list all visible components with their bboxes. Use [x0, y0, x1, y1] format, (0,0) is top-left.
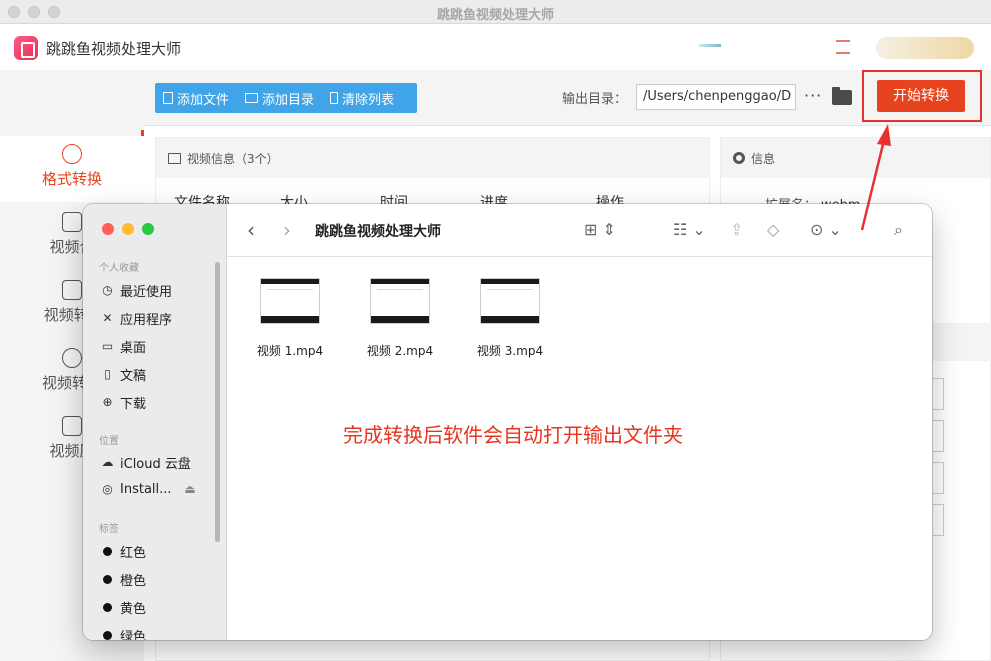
- app-logo-icon: [14, 36, 38, 60]
- tag-dot-icon: [103, 631, 112, 640]
- file-button-group: 添加文件 添加目录 清除列表: [155, 83, 417, 113]
- finder-window-controls: [102, 223, 154, 235]
- cloud-icon: ☁: [101, 455, 114, 469]
- window-title: 跳跳鱼视频处理大师: [436, 8, 554, 23]
- download-icon: ⊕: [102, 395, 113, 409]
- clock-icon: ◷: [102, 283, 113, 297]
- header-blurred-element: [836, 52, 850, 54]
- back-chevron-icon[interactable]: ‹: [247, 218, 255, 242]
- finder-toolbar: ‹ › 跳跳鱼视频处理大师 ⊞ ⇕ ☷ ⌄ ⇪ ◇ ⊙ ⌄ ⌕: [227, 204, 932, 257]
- search-icon[interactable]: ⌕: [894, 220, 903, 240]
- convert-icon: [62, 144, 82, 164]
- annotation-text: 完成转换后软件会自动打开输出文件夹: [343, 423, 683, 447]
- info-field[interactable]: [933, 420, 944, 452]
- trash-icon: [330, 92, 339, 104]
- applications-icon: ✕: [102, 311, 113, 325]
- sidebar-item-label: 格式转换: [41, 170, 102, 188]
- share-icon[interactable]: ⇪: [730, 220, 743, 239]
- tag-dot-icon: [103, 603, 112, 612]
- info-field[interactable]: [933, 378, 944, 410]
- output-directory-input[interactable]: /Users/chenpenggao/D: [636, 84, 796, 110]
- file-item[interactable]: 视频 3.mp4: [465, 278, 555, 359]
- image-icon: [168, 152, 181, 164]
- eject-icon[interactable]: ⏏: [184, 483, 197, 496]
- clear-list-button[interactable]: 清除列表: [322, 83, 402, 113]
- sidebar-item-documents[interactable]: ▯ 文稿: [101, 365, 146, 385]
- add-file-button[interactable]: 添加文件: [155, 83, 237, 113]
- file-name: 视频 2.mp4: [366, 344, 434, 358]
- group-icon[interactable]: ☷ ⌄: [673, 220, 706, 239]
- compress-icon: [62, 416, 82, 436]
- video-info-title: 视频信息（3个）: [187, 151, 279, 166]
- favorites-section-label: 个人收藏: [99, 263, 139, 274]
- sidebar-item-install-disk[interactable]: ◎ Install... ⏏: [101, 482, 197, 497]
- finder-folder-title: 跳跳鱼视频处理大师: [315, 224, 441, 240]
- tags-section-label: 标签: [99, 524, 119, 535]
- gear-icon: [733, 152, 745, 164]
- sidebar-item-recents[interactable]: ◷ 最近使用: [101, 281, 172, 301]
- sidebar-item-tag-yellow[interactable]: 黄色: [101, 598, 146, 617]
- file-item[interactable]: 视频 1.mp4: [245, 278, 335, 359]
- add-directory-button[interactable]: 添加目录: [237, 83, 322, 113]
- sidebar-item-applications[interactable]: ✕ 应用程序: [101, 309, 172, 329]
- info-section-divider: [931, 323, 991, 361]
- finder-close-button[interactable]: [102, 223, 114, 235]
- forward-chevron-icon[interactable]: ›: [283, 218, 291, 242]
- sidebar-item-downloads[interactable]: ⊕ 下载: [101, 393, 146, 413]
- sidebar-scrollbar[interactable]: [215, 262, 220, 542]
- sidebar-item-tag-red[interactable]: 红色: [101, 542, 146, 561]
- annotation-highlight-box: [862, 70, 982, 122]
- info-field[interactable]: [933, 504, 944, 536]
- video-thumbnail: [260, 278, 320, 324]
- sidebar-item-desktop[interactable]: ▭ 桌面: [101, 337, 146, 357]
- output-directory-label: 输出目录：: [562, 92, 628, 107]
- folder-icon: [245, 93, 259, 103]
- browse-more-button[interactable]: ···: [804, 86, 822, 105]
- video-info-header: 视频信息（3个）: [156, 138, 709, 178]
- desktop-icon: ▭: [101, 339, 114, 353]
- disk-icon: ◎: [102, 482, 113, 496]
- file-item[interactable]: 视频 2.mp4: [355, 278, 445, 359]
- video-thumbnail: [480, 278, 540, 324]
- tag-icon[interactable]: ◇: [767, 220, 779, 239]
- finder-window: 个人收藏 ◷ 最近使用 ✕ 应用程序 ▭ 桌面 ▯ 文稿 ⊕ 下载 位置 ☁ i…: [83, 204, 932, 640]
- more-actions-icon[interactable]: ⊙ ⌄: [810, 220, 842, 239]
- sidebar-item-tag-green[interactable]: 绿色: [101, 626, 146, 640]
- file-name: 视频 1.mp4: [256, 344, 324, 358]
- locations-section-label: 位置: [99, 436, 119, 447]
- file-icon: [163, 92, 173, 104]
- header-blurred-element: [876, 37, 974, 59]
- open-folder-icon[interactable]: [832, 87, 852, 105]
- gif-icon: [62, 280, 82, 300]
- title-bar: 跳跳鱼视频处理大师: [0, 0, 991, 24]
- info-field[interactable]: [933, 462, 944, 494]
- sidebar-item-format-convert[interactable]: 格式转换: [0, 136, 144, 202]
- finder-minimize-button[interactable]: [122, 223, 134, 235]
- audio-icon: [62, 348, 82, 368]
- document-icon: ▯: [104, 367, 111, 381]
- finder-zoom-button[interactable]: [142, 223, 154, 235]
- app-header: 跳跳鱼视频处理大师: [0, 24, 991, 70]
- tag-dot-icon: [103, 575, 112, 584]
- video-thumbnail: [370, 278, 430, 324]
- header-blurred-element: [699, 44, 721, 47]
- finder-sidebar: 个人收藏 ◷ 最近使用 ✕ 应用程序 ▭ 桌面 ▯ 文稿 ⊕ 下载 位置 ☁ i…: [83, 204, 227, 640]
- sidebar-item-tag-orange[interactable]: 橙色: [101, 570, 146, 589]
- tag-dot-icon: [103, 547, 112, 556]
- sidebar-item-icloud[interactable]: ☁ iCloud 云盘: [101, 453, 191, 473]
- info-panel-header: 信息: [721, 138, 990, 178]
- finder-content: ‹ › 跳跳鱼视频处理大师 ⊞ ⇕ ☷ ⌄ ⇪ ◇ ⊙ ⌄ ⌕ 视频 1.mp4…: [227, 204, 932, 640]
- app-name: 跳跳鱼视频处理大师: [46, 40, 182, 58]
- merge-icon: [62, 212, 82, 232]
- info-panel-title: 信息: [751, 151, 776, 166]
- header-blurred-element: [836, 40, 850, 42]
- file-name: 视频 3.mp4: [476, 344, 544, 358]
- grid-view-icon[interactable]: ⊞ ⇕: [584, 220, 616, 239]
